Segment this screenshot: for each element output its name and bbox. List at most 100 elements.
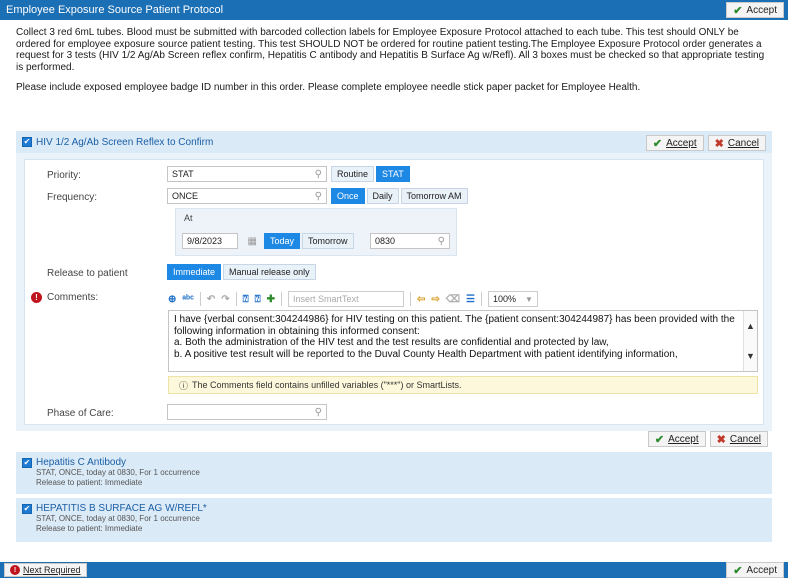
comments-textarea[interactable]: I have {verbal consent:304244986} for HI… <box>168 310 758 372</box>
title-accept-label: Accept <box>746 4 777 16</box>
footer-cancel-button[interactable]: ✖ Cancel <box>709 431 768 447</box>
clear-icon[interactable]: ⌫ <box>446 294 460 305</box>
zoom-in-icon[interactable]: ⊕ <box>168 294 176 305</box>
order-hepatitis-b[interactable]: ✔ HEPATITIS B SURFACE AG W/REFL* STAT, O… <box>16 498 772 542</box>
add-icon[interactable]: ✚ <box>267 294 275 305</box>
comment-line-2: a. Both the administration of the HIV te… <box>174 337 609 348</box>
order-name-hep-b[interactable]: HEPATITIS B SURFACE AG W/REFL* <box>36 503 207 514</box>
scroll-up-icon[interactable]: ▲ <box>746 321 755 333</box>
comments-label: Comments: <box>47 292 99 303</box>
date-options: Today Tomorrow <box>264 233 354 249</box>
toolbar-divider <box>281 292 283 306</box>
protocol-instructions: Collect 3 red 6mL tubes. Blood must be s… <box>16 27 774 103</box>
bottom-bar: ! Next Required ✔ Accept <box>0 562 788 578</box>
release-label: Release to patient <box>47 268 128 279</box>
warning-text: The Comments field contains unfilled var… <box>192 380 462 390</box>
order-name-hiv[interactable]: HIV 1/2 Ag/Ab Screen Reflex to Confirm <box>36 137 213 148</box>
smartlist-prev-icon[interactable]: ⍰ <box>243 294 249 305</box>
order-cancel-button[interactable]: ✖ Cancel <box>707 135 766 151</box>
frequency-input[interactable]: ONCE ⚲ <box>167 188 327 204</box>
smarttext-placeholder: Insert SmartText <box>293 294 359 304</box>
insert-smarttext-input[interactable]: Insert SmartText <box>288 291 405 307</box>
frequency-daily-chip[interactable]: Daily <box>366 188 399 204</box>
next-required-button[interactable]: ! Next Required <box>4 563 87 577</box>
spellcheck-icon[interactable]: ᵃᵇᶜ <box>182 294 193 305</box>
release-immediate-chip[interactable]: Immediate <box>167 264 222 280</box>
list-icon[interactable]: ☰ <box>466 294 475 305</box>
date-tomorrow-chip[interactable]: Tomorrow <box>302 233 354 249</box>
smartlist-next-icon[interactable]: ⍰ <box>255 294 261 305</box>
order-detail-hep-c: STAT, ONCE, today at 0830, For 1 occurre… <box>36 468 200 477</box>
toolbar-divider <box>199 292 201 306</box>
frequency-value: ONCE <box>172 191 199 201</box>
order-checkbox-hiv[interactable]: ✔ <box>22 137 32 147</box>
time-input[interactable]: 0830 ⚲ <box>370 233 450 249</box>
toolbar-divider <box>480 292 482 306</box>
scroll-down-icon[interactable]: ▼ <box>746 351 755 363</box>
date-input[interactable]: 9/8/2023 ▦ <box>182 233 257 249</box>
required-icon: ! <box>10 565 20 575</box>
phase-of-care-input[interactable]: ⚲ <box>167 404 327 420</box>
order-checkbox-hep-c[interactable]: ✔ <box>22 457 32 468</box>
clock-icon[interactable]: ⚲ <box>438 236 445 247</box>
time-value: 0830 <box>375 236 396 246</box>
order-release-hep-c: Release to patient: Immediate <box>36 478 143 487</box>
x-icon: ✖ <box>714 137 724 150</box>
date-today-chip[interactable]: Today <box>264 233 301 249</box>
window-titlebar: Employee Exposure Source Patient Protoco… <box>0 0 788 20</box>
order-name-hep-c[interactable]: Hepatitis C Antibody <box>36 457 126 468</box>
window-title: Employee Exposure Source Patient Protoco… <box>6 4 224 16</box>
zoom-value: 100% <box>492 294 516 304</box>
order-header-hiv[interactable]: ✔ HIV 1/2 Ag/Ab Screen Reflex to Confirm… <box>16 131 772 153</box>
arrow-left-icon[interactable]: ⇦ <box>417 294 425 305</box>
order-form: Priority: STAT ⚲ Routine STAT Frequency:… <box>24 159 764 425</box>
undo-icon[interactable]: ↶ <box>207 294 215 305</box>
next-required-label: Next Required <box>23 565 81 575</box>
footer-accept-label: Accept <box>668 433 699 445</box>
checkmark-icon: ✔ <box>654 433 665 446</box>
title-accept-button[interactable]: ✔ Accept <box>726 2 784 18</box>
priority-value: STAT <box>172 169 194 179</box>
bottom-accept-label: Accept <box>746 564 777 576</box>
bottom-accept-button[interactable]: ✔ Accept <box>726 562 784 578</box>
comments-scrollbar[interactable]: ▲ ▼ <box>743 311 757 371</box>
frequency-tomorrow-am-chip[interactable]: Tomorrow AM <box>400 188 468 204</box>
calendar-icon[interactable]: ▦ <box>248 236 257 247</box>
priority-routine-chip[interactable]: Routine <box>331 166 375 182</box>
search-icon[interactable]: ⚲ <box>315 407 322 418</box>
unfilled-variables-warning: ⓘ The Comments field contains unfilled v… <box>168 376 758 394</box>
order-hepatitis-c[interactable]: ✔ Hepatitis C Antibody STAT, ONCE, today… <box>16 452 772 494</box>
order-release-hep-b: Release to patient: Immediate <box>36 524 143 533</box>
order-detail-hep-b: STAT, ONCE, today at 0830, For 1 occurre… <box>36 514 200 523</box>
priority-label: Priority: <box>47 170 81 181</box>
footer-cancel-label: Cancel <box>729 433 761 445</box>
footer-accept-button[interactable]: ✔ Accept <box>647 431 706 447</box>
instructions-paragraph-1: Collect 3 red 6mL tubes. Blood must be s… <box>16 27 765 73</box>
order-accept-label: Accept <box>666 137 697 149</box>
search-icon[interactable]: ⚲ <box>315 169 322 180</box>
checkmark-icon: ✔ <box>733 564 743 577</box>
arrow-right-icon[interactable]: ⇨ <box>431 294 439 305</box>
search-icon[interactable]: ⚲ <box>315 191 322 202</box>
at-label: At <box>184 213 193 223</box>
checkmark-icon: ✔ <box>733 4 743 17</box>
release-manual-chip[interactable]: Manual release only <box>223 264 316 280</box>
chevron-down-icon: ▼ <box>525 294 533 304</box>
x-icon: ✖ <box>716 433 726 446</box>
instructions-paragraph-2: Please include exposed employee badge ID… <box>16 82 641 93</box>
order-form-panel: Priority: STAT ⚲ Routine STAT Frequency:… <box>16 153 772 431</box>
comment-line-3: b. A positive test result will be report… <box>174 348 678 360</box>
required-icon: ! <box>31 292 42 303</box>
order-checkbox-hep-b[interactable]: ✔ <box>22 503 32 514</box>
frequency-label: Frequency: <box>47 192 98 203</box>
priority-stat-chip[interactable]: STAT <box>376 166 410 182</box>
frequency-once-chip[interactable]: Once <box>331 188 365 204</box>
zoom-select[interactable]: 100% ▼ <box>487 291 538 307</box>
toolbar-divider <box>235 292 237 306</box>
at-datetime-group: At 9/8/2023 ▦ Today Tomorrow 0830 ⚲ <box>175 208 457 256</box>
toolbar-divider <box>410 292 412 306</box>
priority-input[interactable]: STAT ⚲ <box>167 166 327 182</box>
redo-icon[interactable]: ↷ <box>221 294 229 305</box>
comments-toolbar: ⊕ ᵃᵇᶜ ↶ ↷ ⍰ ⍰ ✚ Insert SmartText ⇦ ⇨ ⌫ ☰… <box>168 291 538 307</box>
order-accept-button[interactable]: ✔ Accept <box>645 135 704 151</box>
